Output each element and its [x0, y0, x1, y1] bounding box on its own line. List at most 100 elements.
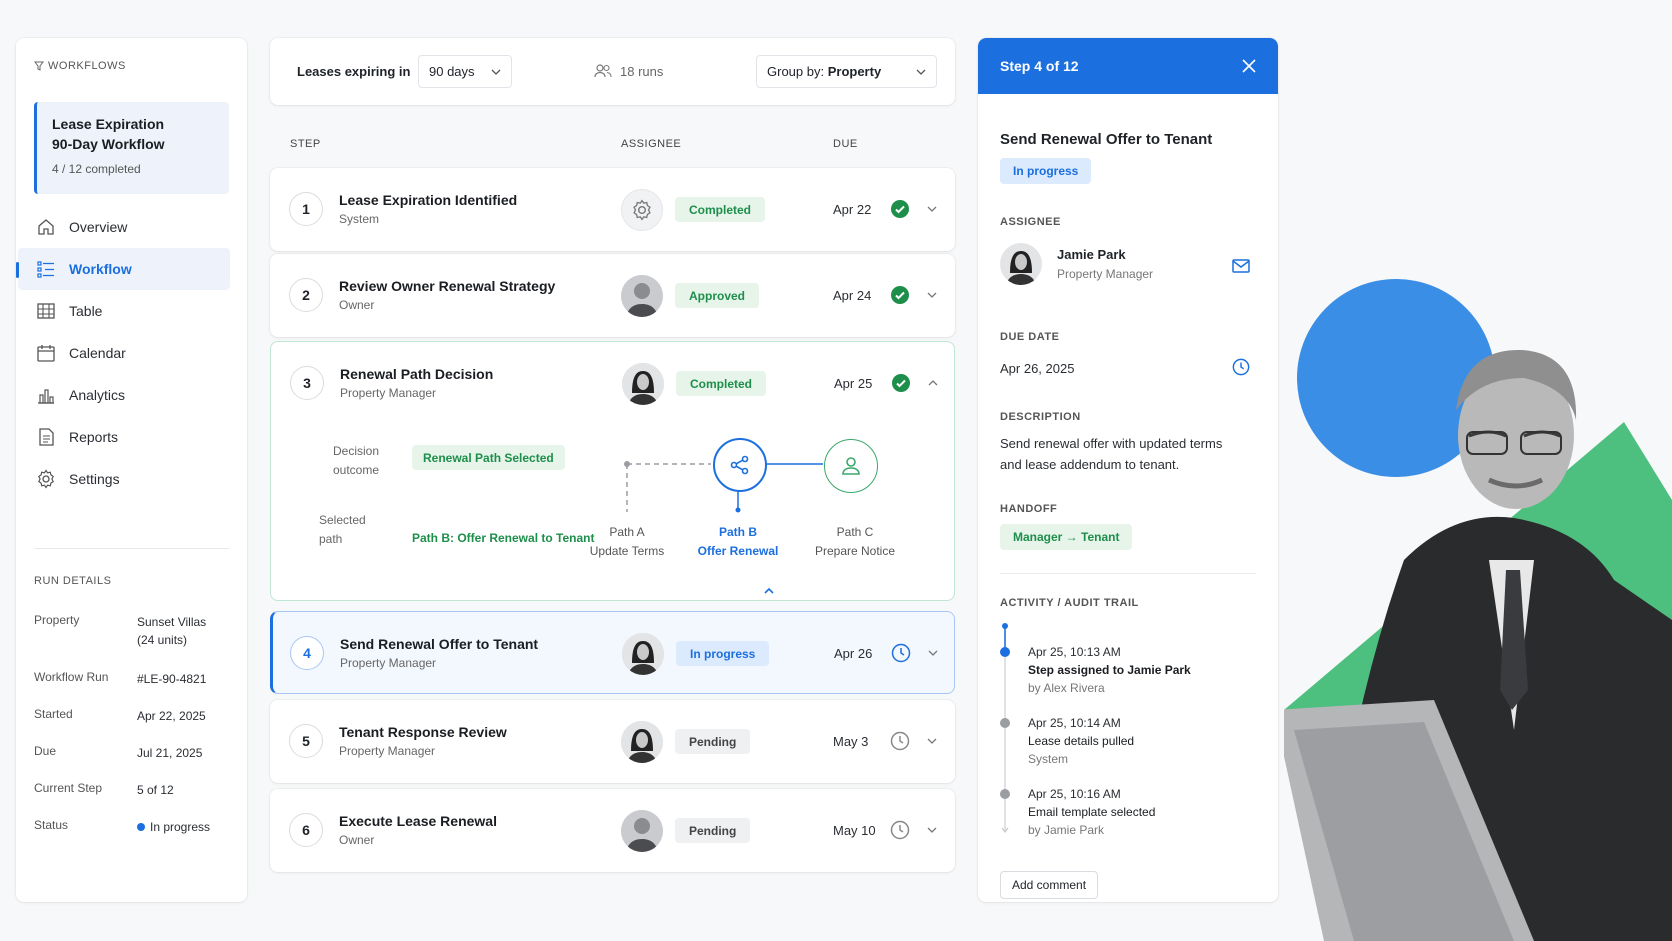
run-detail-value-line1: Sunset Villas: [137, 615, 207, 629]
clock-icon: [1232, 358, 1250, 376]
step-number: 3: [290, 366, 324, 400]
handoff-badge: Manager → Tenant: [1000, 524, 1133, 550]
run-detail-current-step: Current Step 5 of 12: [34, 781, 234, 799]
path-b-node[interactable]: [713, 438, 767, 492]
path-a-node: [624, 461, 630, 467]
path-b-label: Path B Offer Renewal: [688, 523, 788, 561]
step-title: Send Renewal Offer to Tenant: [340, 636, 539, 652]
table-row[interactable]: 2 Review Owner Renewal Strategy Owner Ap…: [270, 254, 955, 337]
close-icon[interactable]: [1242, 59, 1256, 73]
run-detail-label: Property: [34, 613, 80, 627]
chevron-down-icon[interactable]: [925, 734, 939, 748]
activity-time: Apr 25, 10:16 AM: [1028, 787, 1121, 801]
step-role: Property Manager: [340, 386, 437, 400]
activity-action: Step assigned to Jamie Park: [1028, 663, 1191, 677]
due-date: May 3: [833, 734, 869, 749]
mail-icon[interactable]: [1232, 259, 1250, 273]
description-heading: DESCRIPTION: [1000, 411, 1081, 423]
activity-item: Apr 25, 10:14 AM Lease details pulled Sy…: [1028, 714, 1134, 768]
period-select[interactable]: 90 days: [418, 55, 512, 88]
reports-icon: [36, 427, 56, 447]
assignee-avatar: [1000, 243, 1042, 285]
handoff-heading: HANDOFF: [1000, 503, 1058, 515]
activity-time: Apr 25, 10:13 AM: [1028, 645, 1121, 659]
status-badge: In progress: [1000, 158, 1092, 184]
decision-outcome-label-line2: outcome: [332, 463, 380, 477]
chevron-up-icon[interactable]: [926, 376, 940, 390]
step-number: 1: [289, 192, 323, 226]
run-detail-workflow-run: Workflow Run #LE-90-4821: [34, 670, 234, 688]
assignee-role: Property Manager: [1057, 267, 1154, 281]
status-dot: [137, 823, 145, 831]
add-comment-button[interactable]: Add comment: [1000, 871, 1099, 899]
status-badge: Approved: [675, 283, 760, 308]
step-role: System: [339, 212, 380, 226]
check-circle-icon: [892, 374, 910, 392]
chevron-down-icon[interactable]: [926, 646, 940, 660]
step-number: 5: [289, 724, 323, 758]
hero-illustration: [1284, 260, 1672, 941]
person-avatar-icon: [621, 275, 663, 317]
sidebar-item-label: Reports: [69, 429, 119, 445]
sidebar-item-overview[interactable]: Overview: [18, 206, 230, 248]
table-row-current[interactable]: 4 Send Renewal Offer to Tenant Property …: [270, 611, 955, 694]
chevron-down-icon[interactable]: [925, 288, 939, 302]
selected-path-label-line1: Selected: [319, 513, 366, 527]
step-title: Renewal Path Decision: [340, 366, 494, 382]
sidebar-item-table[interactable]: Table: [18, 290, 230, 332]
decision-outcome-label-line1: Decision: [332, 444, 380, 458]
run-detail-value: #LE-90-4821: [137, 672, 207, 686]
chevron-down-icon[interactable]: [925, 823, 939, 837]
workflow-card[interactable]: Lease Expiration 90-Day Workflow 4 / 12 …: [34, 102, 229, 194]
calendar-icon: [36, 343, 56, 363]
sidebar-item-reports[interactable]: Reports: [18, 416, 230, 458]
path-c-node[interactable]: [824, 439, 878, 493]
activity-action: Email template selected: [1028, 805, 1156, 819]
sidebar-item-analytics[interactable]: Analytics: [18, 374, 230, 416]
activity-action: Lease details pulled: [1028, 734, 1135, 748]
panel-header: Step 4 of 12: [978, 38, 1278, 94]
path-c-label: Path C Prepare Notice: [800, 523, 910, 561]
path-a-label: Path A Update Terms: [577, 523, 677, 561]
home-icon: [36, 217, 56, 237]
gear-icon: [633, 199, 651, 221]
group-by-select[interactable]: Group by: Property: [756, 55, 937, 88]
timeline-dot: [1000, 789, 1010, 799]
run-detail-label: Due: [34, 744, 57, 758]
runs-count: 18 runs: [594, 63, 663, 79]
run-detail-label: Current Step: [34, 781, 103, 795]
workflow-icon: [36, 259, 56, 279]
decision-outcome-label: Decision outcome: [326, 442, 386, 480]
workflow-title-line1: Lease Expiration: [52, 116, 165, 132]
run-detail-value-line2: (24 units): [137, 633, 188, 647]
activity-by: by Jamie Park: [1028, 823, 1105, 837]
decorative-photo-collage: [1284, 279, 1672, 941]
avatar: [621, 810, 663, 852]
activity-item: Apr 25, 10:16 AM Email template selected…: [1028, 785, 1155, 839]
table-row[interactable]: 1 Lease Expiration Identified System Com…: [270, 168, 955, 251]
step-title: Execute Lease Renewal: [339, 813, 497, 829]
run-detail-status: Status In progress: [34, 818, 234, 836]
step-title: Tenant Response Review: [339, 724, 507, 740]
sidebar-item-calendar[interactable]: Calendar: [18, 332, 230, 374]
timeline-dot-active: [1000, 647, 1010, 657]
column-header-assignee: ASSIGNEE: [621, 138, 682, 150]
table-row[interactable]: 6 Execute Lease Renewal Owner Pending Ma…: [270, 789, 955, 872]
run-detail-label: Workflow Run: [34, 670, 109, 684]
description-text: Send renewal offer with updated terms an…: [1000, 433, 1222, 475]
sidebar-item-settings[interactable]: Settings: [18, 458, 230, 500]
avatar: [621, 275, 663, 317]
user-icon: [842, 457, 860, 475]
sidebar-item-workflow[interactable]: Workflow: [16, 248, 230, 290]
path-a-label-line1: Path A: [609, 525, 645, 539]
step-role: Owner: [339, 833, 375, 847]
group-by-value: Group by: Property: [767, 64, 881, 79]
activity-by: System: [1028, 752, 1069, 766]
table-row[interactable]: 5 Tenant Response Review Property Manage…: [270, 700, 955, 783]
path-a-label-line2: Update Terms: [589, 544, 665, 558]
chevron-down-icon[interactable]: [925, 202, 939, 216]
sidebar-item-label: Settings: [69, 471, 120, 487]
table-row-expanded[interactable]: 3 Renewal Path Decision Property Manager…: [270, 341, 955, 601]
panel-title: Send Renewal Offer to Tenant: [1000, 131, 1213, 148]
sidebar-item-label: Calendar: [69, 345, 126, 361]
